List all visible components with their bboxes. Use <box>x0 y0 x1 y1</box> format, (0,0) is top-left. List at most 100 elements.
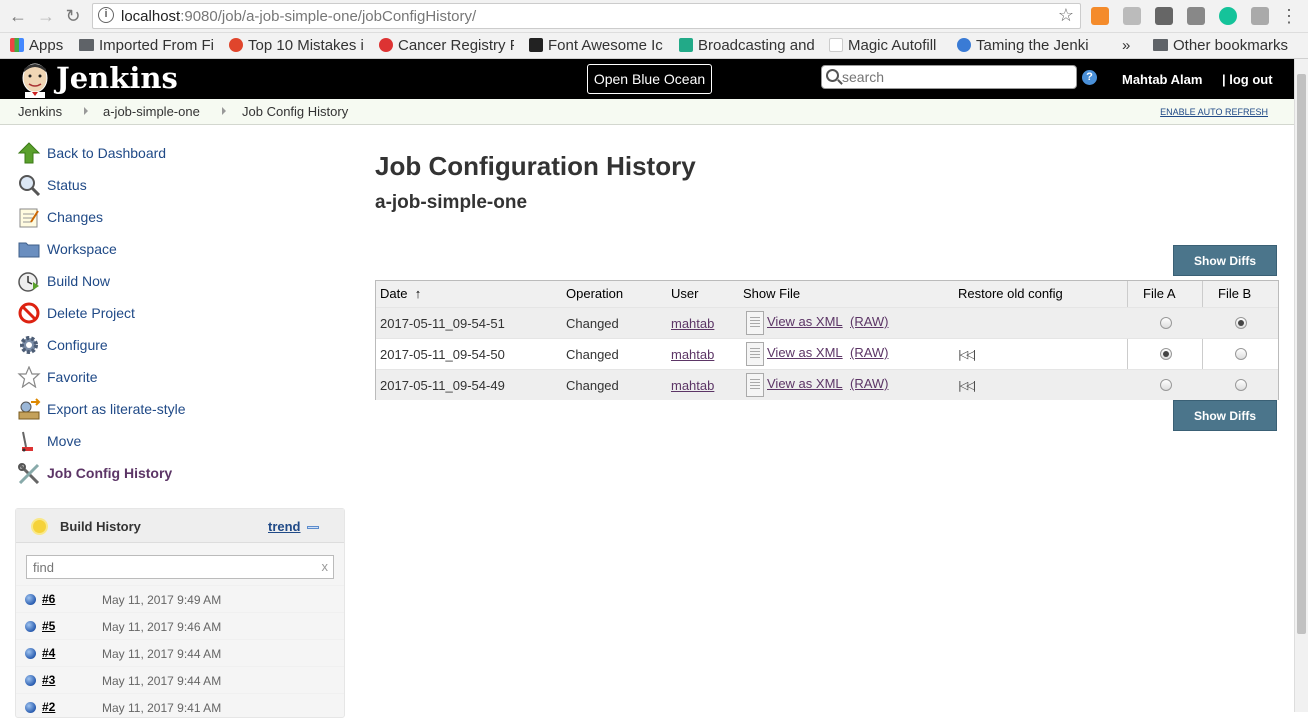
gear-icon <box>20 336 38 354</box>
page-title: Job Configuration History <box>375 151 696 181</box>
build-date-link[interactable]: May 11, 2017 9:46 AM <box>102 620 221 634</box>
row-user-link[interactable]: mahtab <box>671 347 714 362</box>
grammarly-extension-icon[interactable] <box>1219 7 1237 25</box>
bookmark-item[interactable]: Taming the Jenki <box>957 36 1092 56</box>
open-blue-ocean-button[interactable]: Open Blue Ocean <box>587 64 712 94</box>
column-header-file-b[interactable]: File B <box>1218 281 1252 307</box>
build-filter-input[interactable] <box>33 559 313 575</box>
column-header-user[interactable]: User <box>671 281 699 307</box>
trend-icon[interactable] <box>307 526 319 529</box>
file-a-radio[interactable] <box>1160 379 1172 391</box>
breadcrumb-config-history[interactable]: Job Config History <box>242 104 348 119</box>
browser-menu-icon[interactable]: ⋮ <box>1280 5 1298 27</box>
scrollbar-thumb[interactable] <box>1297 74 1306 634</box>
bookmark-favicon <box>379 38 393 52</box>
bookmarks-overflow[interactable]: » <box>1122 36 1136 56</box>
bookmark-favicon <box>957 38 971 52</box>
bookmark-item[interactable]: Magic Autofill <box>829 36 949 56</box>
search-box[interactable] <box>821 65 1077 89</box>
bookmark-item[interactable]: Imported From Fi <box>79 36 214 56</box>
build-date-link[interactable]: May 11, 2017 9:49 AM <box>102 593 221 607</box>
url-text[interactable]: localhost:9080/job/a-job-simple-one/jobC… <box>121 8 476 25</box>
file-b-radio[interactable] <box>1235 379 1247 391</box>
other-bookmarks[interactable]: Other bookmarks <box>1153 36 1303 56</box>
breadcrumb-chevron-icon[interactable] <box>222 107 226 115</box>
column-header-restore[interactable]: Restore old config <box>958 281 1063 307</box>
help-icon[interactable]: ? <box>1082 70 1097 85</box>
file-b-radio[interactable] <box>1235 317 1247 329</box>
raw-link[interactable]: (RAW) <box>850 345 889 360</box>
build-number-link[interactable]: #5 <box>42 619 55 633</box>
trend-link[interactable]: trend <box>268 519 301 534</box>
build-row[interactable]: #4 May 11, 2017 9:44 AM <box>16 639 344 666</box>
restore-config-icon[interactable]: |◁◁| <box>958 348 980 361</box>
build-date-link[interactable]: May 11, 2017 9:44 AM <box>102 647 221 661</box>
react-extension-icon[interactable] <box>1123 7 1141 25</box>
page-scrollbar[interactable] <box>1294 59 1308 712</box>
jenkins-butler-icon[interactable] <box>18 62 52 98</box>
column-header-operation[interactable]: Operation <box>566 281 624 307</box>
build-row[interactable]: #5 May 11, 2017 9:46 AM <box>16 612 344 639</box>
clear-filter-icon[interactable]: x <box>322 559 329 574</box>
column-header-file-a[interactable]: File A <box>1143 281 1176 307</box>
bookmark-item[interactable]: Font Awesome Ic <box>529 36 664 56</box>
angular-extension-icon[interactable] <box>1155 7 1173 25</box>
rss-extension-icon[interactable] <box>1091 7 1109 25</box>
bookmarks-bar: Apps Imported From Fi Top 10 Mistakes i … <box>0 33 1308 59</box>
eyedropper-extension-icon[interactable] <box>1187 7 1205 25</box>
logout-link[interactable]: | log out <box>1222 72 1273 87</box>
build-number-link[interactable]: #6 <box>42 592 55 606</box>
search-icon <box>826 69 839 82</box>
back-arrow-icon[interactable]: ← <box>8 6 28 26</box>
apps-grid-icon <box>10 38 24 52</box>
up-arrow-icon <box>17 142 41 164</box>
build-date-link[interactable]: May 11, 2017 9:44 AM <box>102 674 221 688</box>
user-name-link[interactable]: Mahtab Alam <box>1122 72 1202 87</box>
file-b-radio[interactable] <box>1235 348 1247 360</box>
bookmark-item[interactable]: Broadcasting and <box>679 36 814 56</box>
address-bar[interactable]: i localhost:9080/job/a-job-simple-one/jo… <box>92 3 1081 29</box>
column-header-date[interactable]: Date ↑ <box>380 281 422 307</box>
forward-arrow-icon[interactable]: → <box>36 6 56 26</box>
build-row[interactable]: #3 May 11, 2017 9:44 AM <box>16 666 344 693</box>
jenkins-logo-text[interactable]: Jenkins <box>56 61 178 95</box>
raw-link[interactable]: (RAW) <box>850 314 889 329</box>
view-as-xml-link[interactable]: View as XML <box>767 345 843 360</box>
column-header-show-file[interactable]: Show File <box>743 281 801 307</box>
bookmark-item[interactable]: Cancer Registry F <box>379 36 514 56</box>
row-user-link[interactable]: mahtab <box>671 378 714 393</box>
build-row[interactable]: #6 May 11, 2017 9:49 AM <box>16 585 344 612</box>
blue-ball-success-icon <box>25 702 36 713</box>
tab-extension-icon[interactable] <box>1251 7 1269 25</box>
breadcrumb-jenkins[interactable]: Jenkins <box>18 104 62 119</box>
build-filter-box[interactable]: x <box>26 555 334 579</box>
blue-ball-success-icon <box>25 621 36 632</box>
show-diffs-button-top[interactable]: Show Diffs <box>1173 245 1277 276</box>
build-history-panel: Build History trend x #6 May 11, 2017 9:… <box>15 508 345 718</box>
bookmark-star-icon[interactable]: ☆ <box>1058 5 1074 26</box>
view-as-xml-link[interactable]: View as XML <box>767 314 843 329</box>
raw-link[interactable]: (RAW) <box>850 376 889 391</box>
row-user-link[interactable]: mahtab <box>671 316 714 331</box>
enable-auto-refresh-link[interactable]: ENABLE AUTO REFRESH <box>1160 107 1268 117</box>
search-input[interactable] <box>842 68 1072 86</box>
bookmark-apps[interactable]: Apps <box>10 36 70 56</box>
breadcrumb-chevron-icon[interactable] <box>84 107 88 115</box>
reload-icon[interactable]: ↻ <box>63 6 83 26</box>
bookmark-item[interactable]: Top 10 Mistakes i <box>229 36 364 56</box>
info-icon[interactable]: i <box>98 7 114 23</box>
sort-ascending-icon[interactable]: ↑ <box>415 286 422 301</box>
file-icon <box>746 311 764 335</box>
page-icon <box>829 38 843 52</box>
build-number-link[interactable]: #4 <box>42 646 55 660</box>
file-a-radio[interactable] <box>1160 317 1172 329</box>
restore-config-icon[interactable]: |◁◁| <box>958 379 980 392</box>
show-diffs-button-bottom[interactable]: Show Diffs <box>1173 400 1277 431</box>
file-a-radio[interactable] <box>1160 348 1172 360</box>
no-entry-icon <box>18 302 40 324</box>
build-number-link[interactable]: #3 <box>42 673 55 687</box>
view-as-xml-link[interactable]: View as XML <box>767 376 843 391</box>
build-row[interactable]: #2 May 11, 2017 9:41 AM <box>16 693 344 720</box>
build-date-link[interactable]: May 11, 2017 9:41 AM <box>102 701 221 715</box>
breadcrumb-job[interactable]: a-job-simple-one <box>103 104 200 119</box>
